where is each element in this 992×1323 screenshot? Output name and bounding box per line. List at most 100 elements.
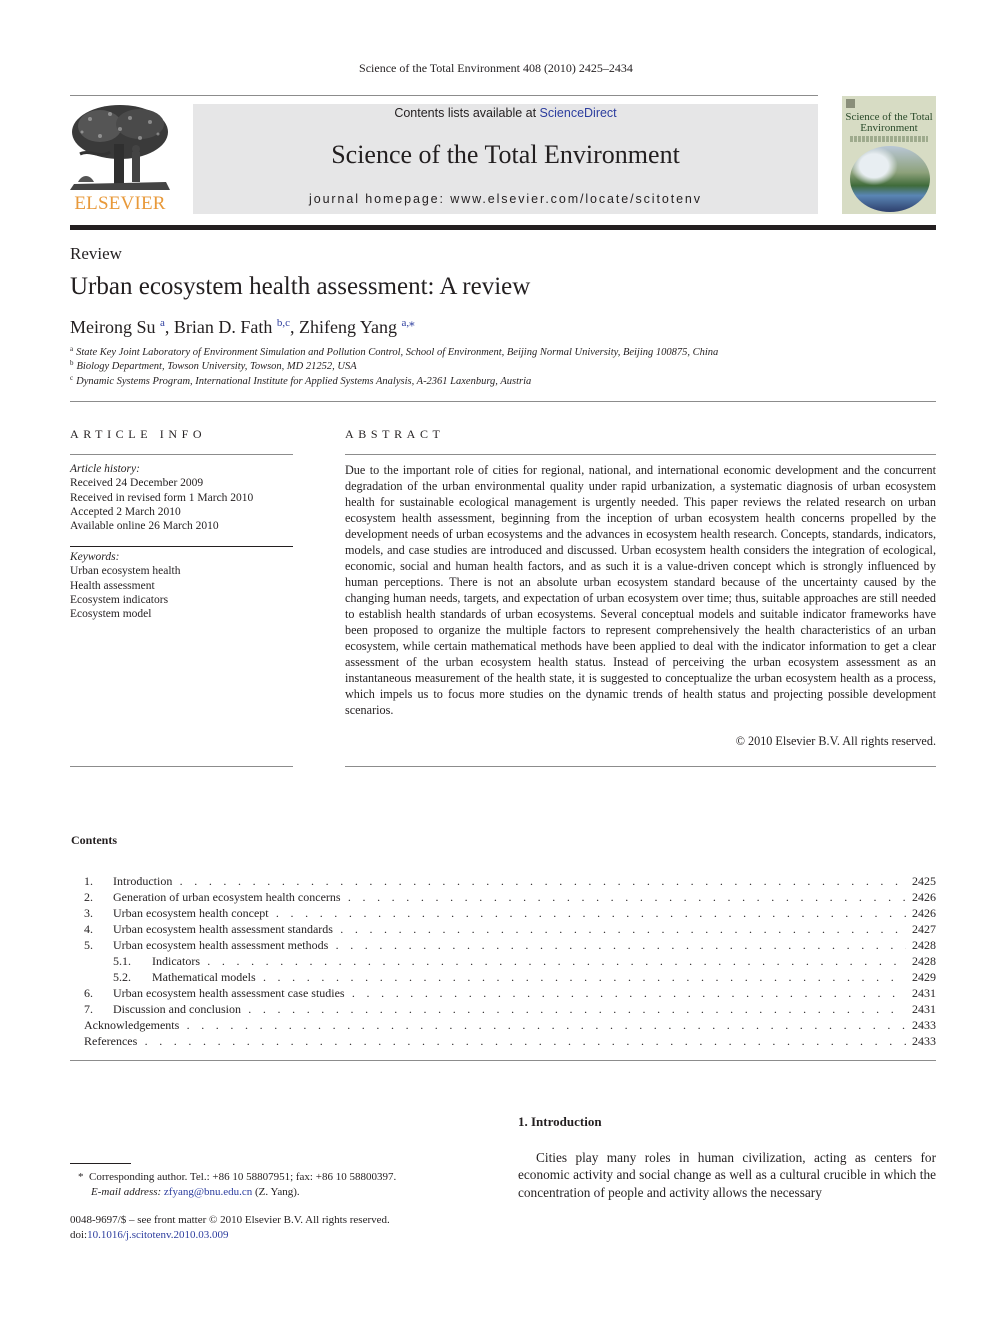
toc-entry-title[interactable]: Indicators (152, 954, 200, 968)
keyword: Health assessment (70, 579, 155, 592)
toc-entry[interactable]: 6. Urban ecosystem health assessment case… (70, 985, 936, 1001)
toc-entry-page: 2427 (908, 921, 936, 937)
toc-entry-title[interactable]: Acknowledgements (84, 1018, 179, 1032)
toc-entry-title[interactable]: References (84, 1034, 137, 1048)
toc-entry-page: 2428 (908, 953, 936, 969)
toc-entry[interactable]: 5.2. Mathematical models . . . . . . . . … (70, 969, 936, 985)
toc-leader-dots: . . . . . . . . . . . . . . . . . . . . … (179, 874, 906, 888)
affiliation: c Dynamic Systems Program, International … (70, 374, 531, 387)
keywords: Keywords: Urban ecosystem health Health … (70, 550, 181, 621)
article-title: Urban ecosystem health assessment: A rev… (70, 273, 531, 300)
article-info-heading: ARTICLE INFO (70, 427, 207, 441)
running-head: Science of the Total Environment 408 (20… (359, 61, 633, 75)
divider (345, 766, 936, 767)
journal-title: Science of the Total Environment (331, 140, 680, 169)
toc-entry[interactable]: 4. Urban ecosystem health assessment stan… (70, 921, 936, 937)
divider (70, 1060, 936, 1061)
affiliation-text: Biology Department, Towson University, T… (76, 361, 357, 372)
toc-entry-page: 2431 (908, 1001, 936, 1017)
contents-prefix: Contents lists available at (394, 106, 540, 120)
cover-elsevier-icon (846, 99, 855, 108)
affiliation-text: State Key Joint Laboratory of Environmen… (76, 347, 719, 358)
toc-entry[interactable]: 5.1. Indicators . . . . . . . . . . . . .… (70, 953, 936, 969)
toc-entry[interactable]: 2. Generation of urban ecosystem health c… (70, 889, 936, 905)
author-affiliation-mark[interactable]: b,c (277, 317, 290, 329)
toc-entry-title[interactable]: Mathematical models (152, 970, 256, 984)
toc-entry-label[interactable]: Generation of urban ecosystem health con… (113, 889, 906, 905)
history-item: Available online 26 March 2010 (70, 520, 219, 533)
toc-leader-dots: . . . . . . . . . . . . . . . . . . . . … (340, 922, 906, 936)
toc-entry-label[interactable]: Indicators . . . . . . . . . . . . . . .… (152, 953, 906, 969)
article-type: Review (70, 244, 122, 263)
history-item: Received in revised form 1 March 2010 (70, 491, 254, 504)
contents-availability: Contents lists available at ScienceDirec… (193, 106, 818, 120)
header-divider (70, 225, 936, 230)
history-item: Received 24 December 2009 (70, 477, 204, 490)
toc-entry-label[interactable]: Mathematical models . . . . . . . . . . … (152, 969, 906, 985)
toc-leader-dots: . . . . . . . . . . . . . . . . . . . . … (335, 938, 906, 952)
toc-entry-page: 2426 (908, 889, 936, 905)
journal-banner: Contents lists available at ScienceDirec… (193, 104, 818, 214)
toc-entry-title[interactable]: Urban ecosystem health concept (113, 906, 269, 920)
sciencedirect-link[interactable]: ScienceDirect (540, 106, 617, 120)
toc-leader-dots: . . . . . . . . . . . . . . . . . . . . … (262, 970, 906, 984)
author-name[interactable]: Brian D. Fath (174, 317, 273, 337)
journal-homepage[interactable]: journal homepage: www.elsevier.com/locat… (193, 192, 818, 206)
toc-entry-title[interactable]: Generation of urban ecosystem health con… (113, 890, 341, 904)
history-item: Accepted 2 March 2010 (70, 505, 181, 518)
article-history-label: Article history: (70, 463, 140, 475)
toc-entry-title[interactable]: Urban ecosystem health assessment method… (113, 938, 328, 952)
keyword: Ecosystem model (70, 608, 152, 621)
author-name[interactable]: Zhifeng Yang (299, 317, 397, 337)
doi-link[interactable]: 10.1016/j.scitotenv.2010.03.009 (87, 1229, 228, 1241)
toc-entry[interactable]: Acknowledgements . . . . . . . . . . . .… (70, 1017, 936, 1033)
toc-entry-number: 6. (84, 986, 93, 1000)
cover-subtitle (850, 136, 928, 142)
toc-entry-page: 2429 (908, 969, 936, 985)
toc-entry-label[interactable]: Introduction . . . . . . . . . . . . . .… (113, 873, 906, 889)
doi-label: doi: (70, 1229, 88, 1241)
author-name[interactable]: Meirong Su (70, 317, 156, 337)
cover-landscape-image (850, 146, 930, 212)
email-suffix: (Z. Yang). (255, 1186, 300, 1198)
keywords-label: Keywords: (70, 551, 120, 563)
toc-entry-label[interactable]: Urban ecosystem health concept . . . . .… (113, 905, 906, 921)
author-affiliation-mark[interactable]: a,⁎ (402, 317, 415, 329)
section-heading: 1. Introduction (518, 1114, 602, 1129)
toc-entry-label[interactable]: Urban ecosystem health assessment case s… (113, 985, 906, 1001)
toc-entry[interactable]: References . . . . . . . . . . . . . . .… (70, 1033, 936, 1049)
author-list: Meirong Su a, Brian D. Fath b,c, Zhifeng… (70, 317, 415, 337)
footnote-mark: * (78, 1171, 84, 1183)
toc-entry-title[interactable]: Introduction (113, 874, 172, 888)
corresponding-author-contact: Corresponding author. Tel.: +86 10 58807… (89, 1171, 397, 1183)
issn-line: 0048-9697/$ – see front matter © 2010 El… (70, 1214, 390, 1226)
toc-leader-dots: . . . . . . . . . . . . . . . . . . . . … (351, 986, 906, 1000)
affiliation-mark: c (70, 374, 74, 382)
toc-entry-label[interactable]: Discussion and conclusion . . . . . . . … (113, 1001, 906, 1017)
toc-entry-title[interactable]: Urban ecosystem health assessment case s… (113, 986, 345, 1000)
keyword: Ecosystem indicators (70, 593, 169, 606)
email-link[interactable]: zfyang@bnu.edu.cn (164, 1186, 252, 1198)
toc-entry[interactable]: 3. Urban ecosystem health concept . . . .… (70, 905, 936, 921)
author-affiliation-mark[interactable]: a (160, 317, 165, 329)
toc-leader-dots: . . . . . . . . . . . . . . . . . . . . … (248, 1002, 906, 1016)
journal-cover-thumbnail[interactable]: Science of the Total Environment (842, 96, 936, 214)
toc-entry-label[interactable]: Urban ecosystem health assessment method… (113, 937, 906, 953)
introduction-text: Cities play many roles in human civiliza… (518, 1150, 936, 1200)
toc-entry[interactable]: 7. Discussion and conclusion . . . . . . … (70, 1001, 936, 1017)
toc-entry-title[interactable]: Discussion and conclusion (113, 1002, 241, 1016)
toc-entry-title[interactable]: Urban ecosystem health assessment standa… (113, 922, 333, 936)
toc-entry[interactable]: 5. Urban ecosystem health assessment meth… (70, 937, 936, 953)
toc-entry[interactable]: 1. Introduction . . . . . . . . . . . . .… (70, 873, 936, 889)
abstract-text: Due to the important role of cities for … (345, 463, 936, 717)
abstract-heading: ABSTRACT (345, 427, 445, 441)
toc-leader-dots: . . . . . . . . . . . . . . . . . . . . … (144, 1034, 906, 1048)
toc-leader-dots: . . . . . . . . . . . . . . . . . . . . … (347, 890, 906, 904)
toc-leader-dots: . . . . . . . . . . . . . . . . . . . . … (275, 906, 906, 920)
front-matter: 0048-9697/$ – see front matter © 2010 El… (70, 1213, 390, 1243)
affiliation-mark: b (70, 359, 74, 367)
divider (70, 401, 936, 402)
toc-entry-label[interactable]: Urban ecosystem health assessment standa… (113, 921, 906, 937)
toc-entry-label[interactable]: References . . . . . . . . . . . . . . .… (84, 1033, 906, 1049)
toc-entry-label[interactable]: Acknowledgements . . . . . . . . . . . .… (84, 1017, 906, 1033)
